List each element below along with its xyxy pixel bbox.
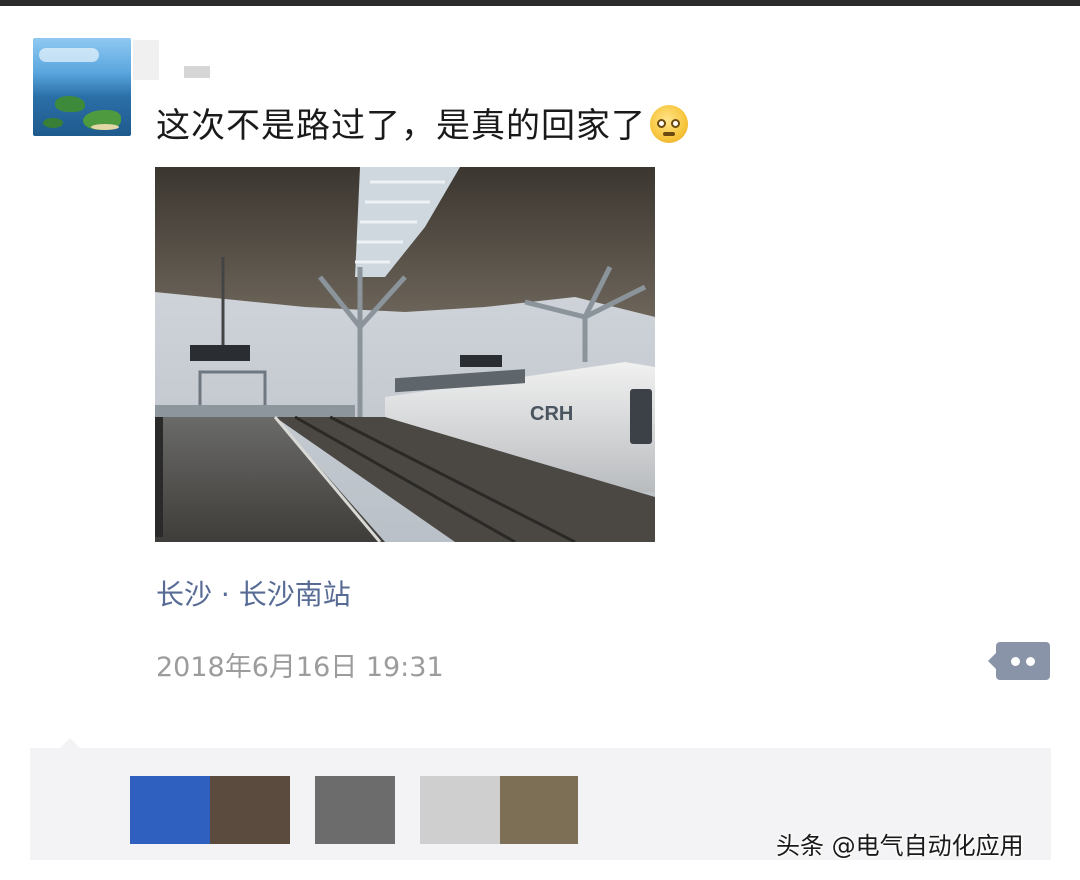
bubble-pointer [60,738,80,748]
redacted-avatar [500,776,578,844]
redacted-avatar [210,776,290,844]
avatar[interactable] [33,38,131,136]
redacted-avatar [315,776,395,844]
avatar-island [55,96,85,112]
top-status-bar [0,0,1080,6]
location-link[interactable]: 长沙 · 长沙南站 [156,573,351,613]
dot-icon [1026,657,1035,666]
avatar-cloud [39,48,99,62]
post-photo[interactable]: CRH [155,167,655,542]
train-logo-text: CRH [530,403,573,425]
post-text: 这次不是路过了，是真的回家了 [156,98,688,147]
redacted-avatar [130,776,210,844]
avatar-beach [91,124,119,130]
train-station-platform-photo: CRH [155,167,655,542]
post-timestamp: 2018年6月16日 19:31 [156,652,444,683]
avatar-island [43,118,63,128]
username-redacted [184,66,210,78]
username-redacted [133,40,159,80]
flushed-face-emoji-icon [650,105,688,143]
comment-more-icon[interactable] [988,642,1050,680]
redacted-avatar [420,776,500,844]
watermark: 头条 @电气自动化应用 [776,832,1024,860]
post-text-content: 这次不是路过了，是真的回家了 [156,106,646,146]
dot-icon [1011,657,1020,666]
